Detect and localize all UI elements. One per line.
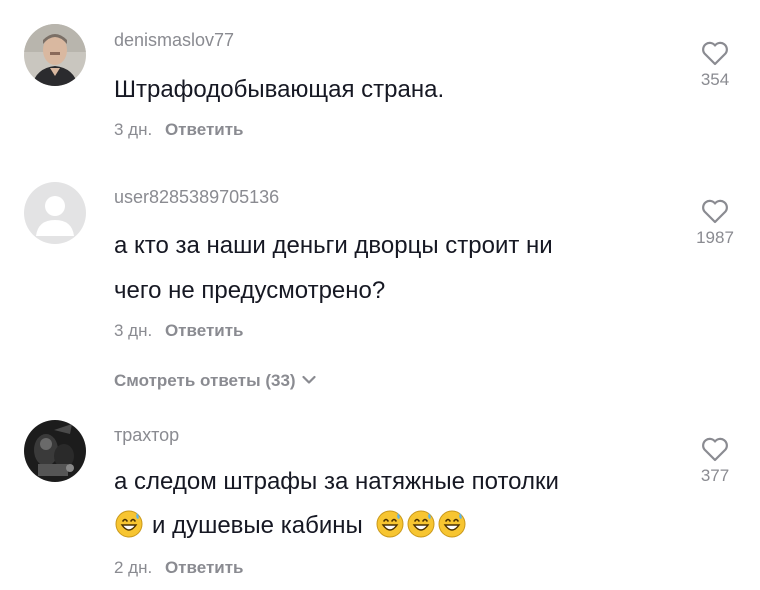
like-count: 377: [700, 466, 730, 485]
like-count: 1987: [696, 228, 734, 247]
avatar-photo: [24, 420, 86, 482]
comment-time: 2 дн.: [114, 558, 153, 577]
comment-text-segment: и душевые кабины: [152, 512, 363, 539]
comment-text-line: а следом штрафы за натяжные потолки: [114, 468, 559, 495]
comment-text-line: и душевые кабины: [114, 506, 467, 546]
heart-outline-icon[interactable]: [701, 40, 729, 66]
comment-item: user8285389705136 а кто за наши деньги д…: [0, 170, 760, 406]
comment-text: Штрафодобывающая страна.: [114, 76, 445, 103]
comment-meta: 3 дн. Ответить: [114, 321, 244, 341]
view-replies-label: Смотреть ответы (33): [114, 371, 296, 390]
like-control: 354: [690, 40, 740, 90]
heart-outline-icon[interactable]: [701, 436, 729, 462]
comment-text-line: а кто за наши деньги дворцы строит ни: [114, 232, 553, 259]
avatar[interactable]: [24, 420, 86, 482]
comment-meta: 2 дн. Ответить: [114, 558, 244, 578]
grinning-sweat-emoji: [376, 510, 404, 538]
grinning-sweat-emoji: [407, 510, 435, 538]
grinning-sweat-emoji: [115, 510, 143, 538]
comment-username[interactable]: user8285389705136: [114, 187, 279, 208]
reply-button[interactable]: Ответить: [165, 558, 244, 577]
comment-item: denismaslov77 Штрафодобывающая страна. 3…: [0, 0, 760, 170]
chevron-down-icon: [302, 375, 316, 384]
comment-text-line: чего не предусмотрено?: [114, 277, 386, 304]
reply-button[interactable]: Ответить: [165, 321, 244, 340]
comment-username[interactable]: denismaslov77: [114, 30, 234, 51]
like-count: 354: [700, 70, 730, 89]
avatar-photo: [24, 24, 86, 86]
comment-meta: 3 дн. Ответить: [114, 120, 244, 140]
reply-button[interactable]: Ответить: [165, 120, 244, 139]
heart-outline-icon[interactable]: [701, 198, 729, 224]
like-control: 1987: [690, 198, 740, 248]
view-replies-button[interactable]: Смотреть ответы (33): [114, 371, 316, 391]
default-avatar-icon: [24, 182, 86, 244]
like-control: 377: [690, 436, 740, 486]
comment-username[interactable]: трахтор: [114, 425, 179, 446]
comment-time: 3 дн.: [114, 321, 153, 340]
comment-item: трахтор а следом штрафы за натяжные пото…: [0, 406, 760, 590]
avatar[interactable]: [24, 182, 86, 244]
grinning-sweat-emoji: [438, 510, 466, 538]
avatar[interactable]: [24, 24, 86, 86]
comment-time: 3 дн.: [114, 120, 153, 139]
